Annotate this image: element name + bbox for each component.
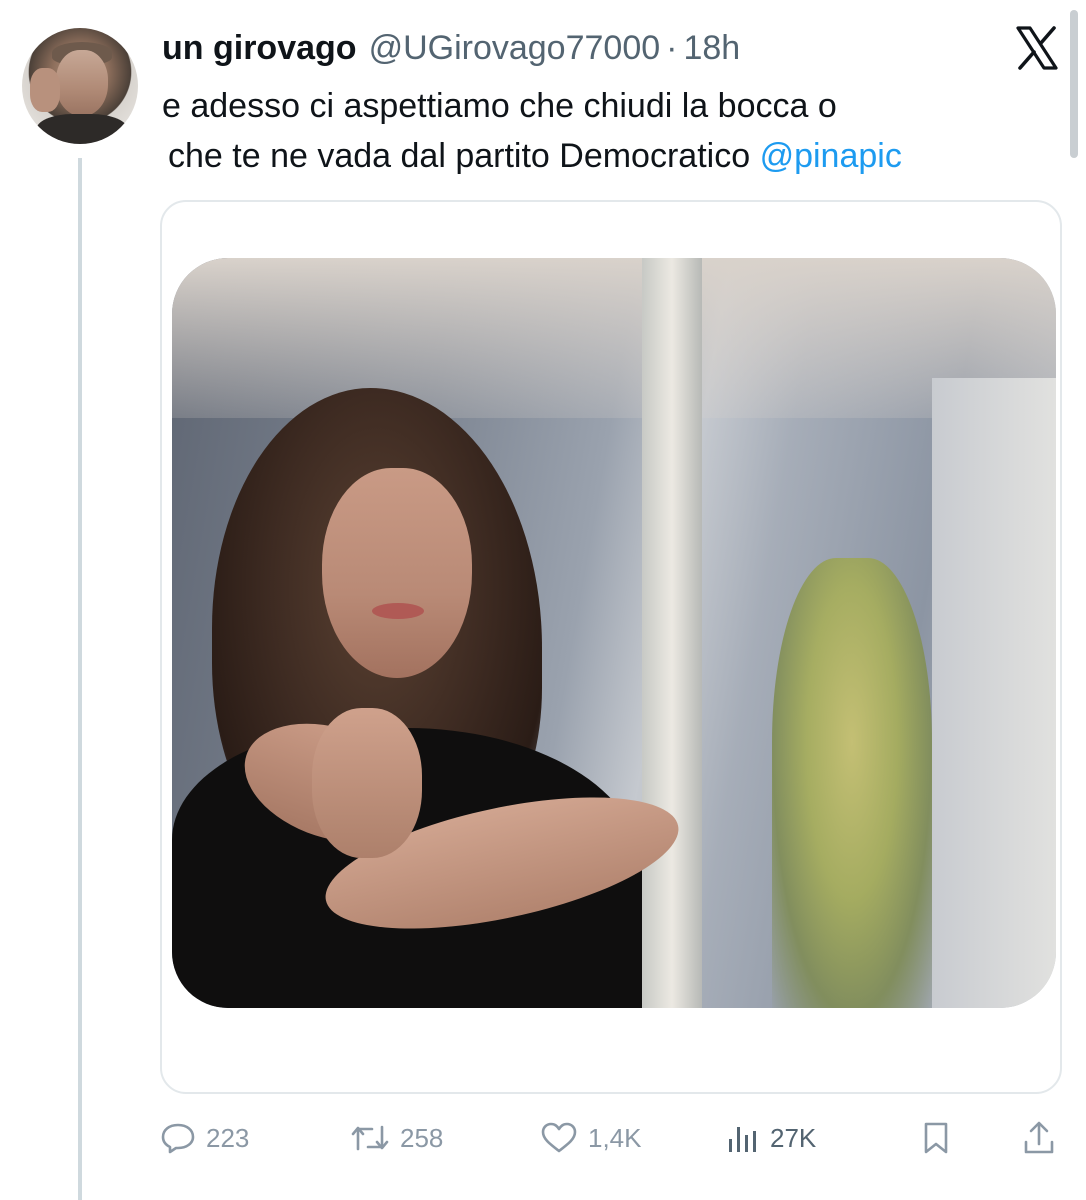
retweet-button[interactable]: 258 bbox=[350, 1114, 443, 1162]
views-chart-icon bbox=[726, 1121, 760, 1155]
avatar-shirt bbox=[36, 114, 128, 144]
scrollbar[interactable] bbox=[1070, 10, 1078, 158]
thread-line bbox=[78, 158, 82, 1200]
x-logo-icon bbox=[1014, 26, 1060, 70]
tweet-text-line-2: che te ne vada dal partito Democratico @… bbox=[168, 134, 902, 178]
user-handle[interactable]: @UGirovago77000 bbox=[369, 26, 661, 70]
timestamp[interactable]: 18h bbox=[683, 26, 740, 70]
display-name[interactable]: un girovago bbox=[162, 26, 357, 70]
photo-pillar bbox=[642, 258, 702, 1008]
reply-button[interactable]: 223 bbox=[160, 1114, 249, 1162]
share-button[interactable] bbox=[1022, 1114, 1056, 1162]
reply-count: 223 bbox=[206, 1122, 250, 1153]
photo-hand bbox=[312, 708, 422, 858]
reply-icon bbox=[160, 1121, 196, 1155]
photo-lips bbox=[372, 603, 424, 619]
avatar-face bbox=[56, 50, 108, 116]
tweet-photo[interactable] bbox=[172, 258, 1056, 1008]
separator-dot: · bbox=[666, 29, 678, 67]
photo-sky bbox=[172, 258, 1056, 418]
tweet[interactable]: un girovago @UGirovago77000 · 18h e ades… bbox=[0, 0, 1086, 1200]
like-button[interactable]: 1,4K bbox=[540, 1114, 642, 1162]
photo-background-wall bbox=[932, 378, 1056, 1008]
avatar[interactable] bbox=[22, 28, 138, 144]
tweet-text: che te ne vada dal partito Democratico bbox=[168, 137, 751, 175]
share-icon bbox=[1022, 1120, 1056, 1156]
views-count: 27K bbox=[770, 1122, 817, 1153]
heart-icon bbox=[540, 1121, 578, 1155]
tweet-header: un girovago @UGirovago77000 · 18h bbox=[162, 26, 740, 70]
like-count: 1,4K bbox=[588, 1122, 642, 1153]
photo-face bbox=[322, 468, 472, 678]
photo-foliage bbox=[772, 558, 932, 1008]
mention-link[interactable]: @pinapic bbox=[760, 137, 902, 175]
views-button[interactable]: 27K bbox=[726, 1114, 816, 1162]
action-bar: 223 258 1,4K 27K bbox=[160, 1114, 1060, 1162]
avatar-hand bbox=[30, 68, 60, 112]
bookmark-button[interactable] bbox=[920, 1114, 952, 1162]
retweet-count: 258 bbox=[400, 1122, 444, 1153]
retweet-icon bbox=[350, 1121, 390, 1155]
tweet-text-line-1: e adesso ci aspettiamo che chiudi la boc… bbox=[162, 87, 837, 125]
bookmark-icon bbox=[920, 1121, 952, 1155]
